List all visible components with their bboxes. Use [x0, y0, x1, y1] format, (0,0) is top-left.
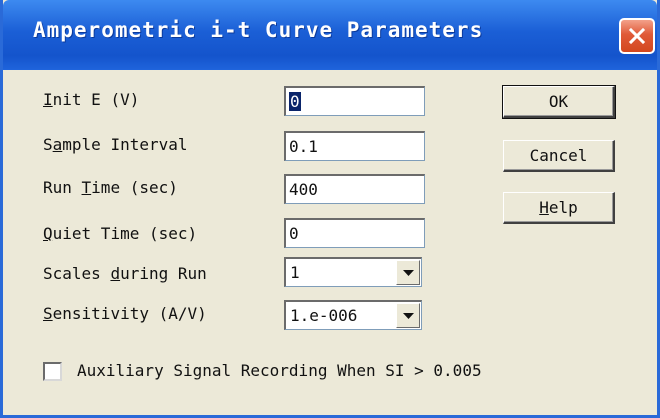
quiet-time-label: Quiet Time (sec): [43, 224, 198, 243]
scales-during-run-value: 1: [290, 263, 300, 282]
dialog-window: Amperometric i-t Curve Parameters Init E…: [0, 0, 660, 418]
quiet-time-value: 0: [289, 224, 299, 243]
run-time-label: Run Time (sec): [43, 178, 178, 197]
sensitivity-dropdown-button[interactable]: [396, 303, 420, 328]
title-bar[interactable]: Amperometric i-t Curve Parameters: [3, 0, 657, 70]
dialog-title: Amperometric i-t Curve Parameters: [33, 18, 484, 42]
sensitivity-label: Sensitivity (A/V): [43, 304, 207, 323]
sensitivity-value: 1.e-006: [290, 306, 358, 325]
sample-interval-input[interactable]: 0.1: [284, 131, 425, 161]
close-icon: [628, 27, 646, 45]
run-time-input[interactable]: 400: [284, 174, 425, 204]
chevron-down-icon: [403, 313, 414, 319]
auxiliary-signal-label[interactable]: Auxiliary Signal Recording When SI > 0.0…: [77, 361, 482, 380]
close-button[interactable]: [619, 18, 655, 54]
sample-interval-value: 0.1: [289, 137, 318, 156]
cancel-button[interactable]: Cancel: [503, 140, 615, 172]
scales-during-run-select[interactable]: 1: [284, 257, 422, 287]
init-e-label: Init E (V): [43, 90, 140, 109]
scales-during-run-label: Scales during Run: [43, 264, 207, 283]
quiet-time-input[interactable]: 0: [284, 218, 425, 248]
ok-button[interactable]: OK: [502, 85, 616, 119]
auxiliary-signal-checkbox[interactable]: [43, 362, 62, 381]
init-e-value: 0: [289, 92, 301, 111]
chevron-down-icon: [403, 270, 414, 276]
init-e-input[interactable]: 0: [284, 86, 425, 116]
sensitivity-select[interactable]: 1.e-006: [284, 300, 422, 330]
scales-dropdown-button[interactable]: [396, 260, 420, 285]
run-time-value: 400: [289, 180, 318, 199]
sample-interval-label: Sample Interval: [43, 135, 188, 154]
help-button[interactable]: Help: [503, 192, 615, 224]
